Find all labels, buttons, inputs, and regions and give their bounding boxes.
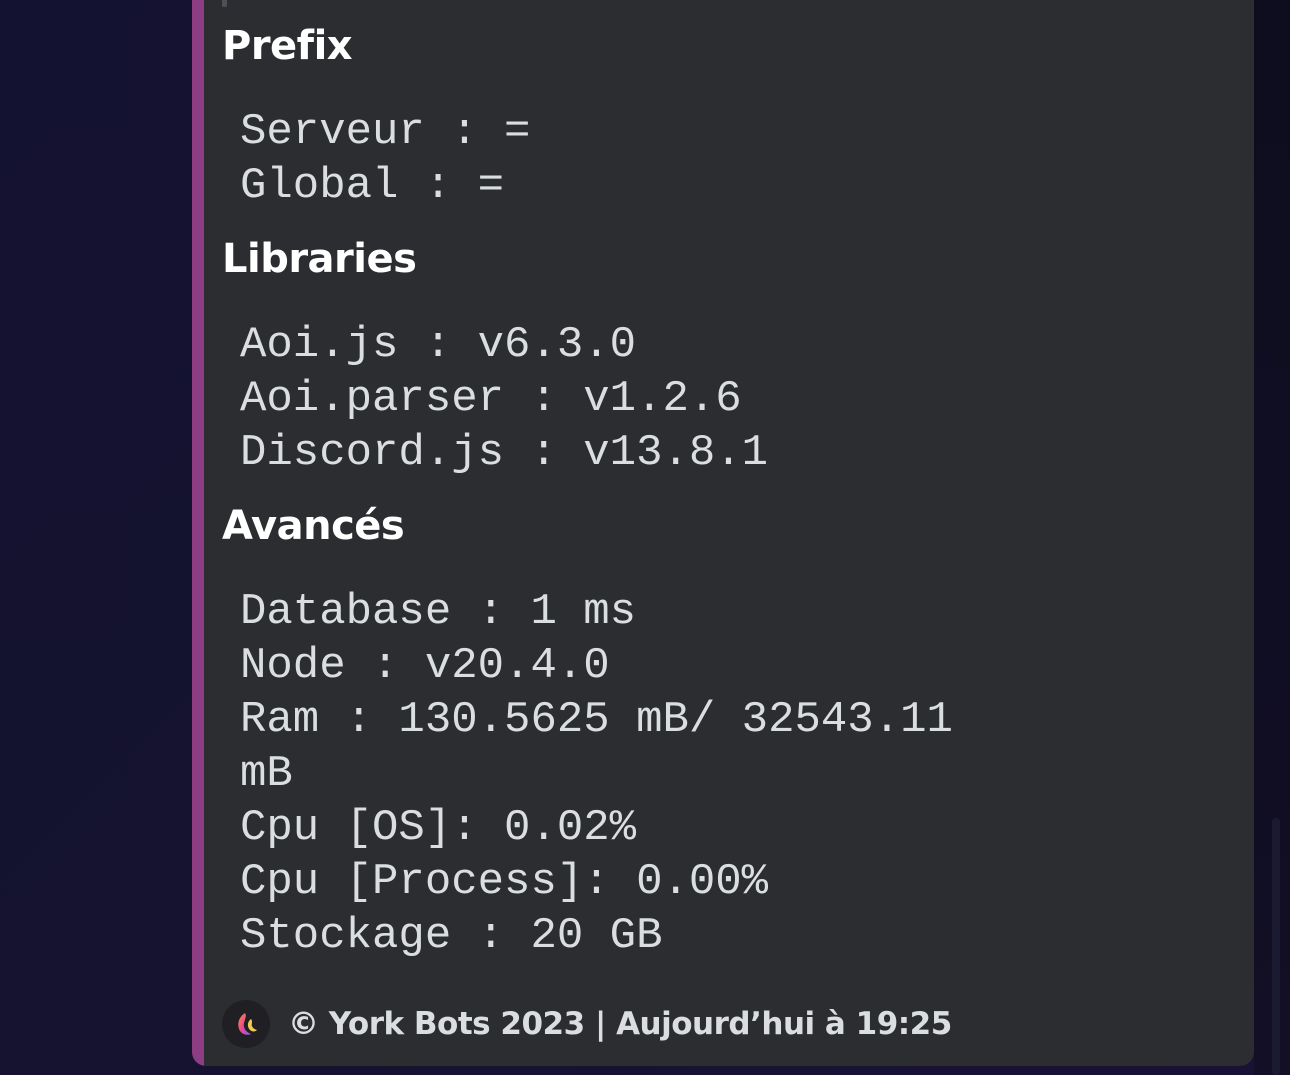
code-line: Serveur : = (240, 107, 531, 157)
section-title-prefix: Prefix (222, 23, 353, 69)
previous-code-block-edge (222, 0, 227, 7)
section-title-advanced: Avancés (222, 503, 405, 549)
embed-accent-bar (192, 0, 204, 1066)
section-title-libraries: Libraries (222, 236, 417, 282)
code-line: Ram : 130.5625 mB/ 32543.11 (240, 695, 953, 745)
code-line: Cpu [OS]: 0.02% (240, 803, 637, 853)
code-line: Aoi.js : v6.3.0 (240, 320, 637, 370)
code-line: Database : 1 ms (240, 587, 637, 637)
scrollbar-track[interactable] (1272, 818, 1280, 1075)
code-block-prefix: Serveur : = Global : = (240, 105, 530, 213)
code-block-advanced: Database : 1 ms Node : v20.4.0 Ram : 130.5… (240, 585, 953, 963)
embed-footer: © York Bots 2023 | Aujourd’hui à 19:25 (222, 1000, 952, 1048)
code-line: Discord.js : v13.8.1 (240, 428, 769, 478)
code-line: Aoi.parser : v1.2.6 (240, 374, 742, 424)
code-line: Stockage : 20 GB (240, 911, 663, 961)
york-bots-logo-icon (222, 1000, 270, 1048)
code-line: Node : v20.4.0 (240, 641, 610, 691)
code-block-libraries: Aoi.js : v6.3.0 Aoi.parser : v1.2.6 Discor… (240, 318, 768, 480)
code-line: Global : = (240, 161, 505, 211)
code-line: Cpu [Process]: 0.00% (240, 857, 769, 907)
bot-embed-card: Prefix Serveur : = Global : = Libraries A… (192, 0, 1254, 1066)
footer-text: © York Bots 2023 | Aujourd’hui à 19:25 (288, 1006, 952, 1042)
code-line: mB (240, 749, 293, 799)
